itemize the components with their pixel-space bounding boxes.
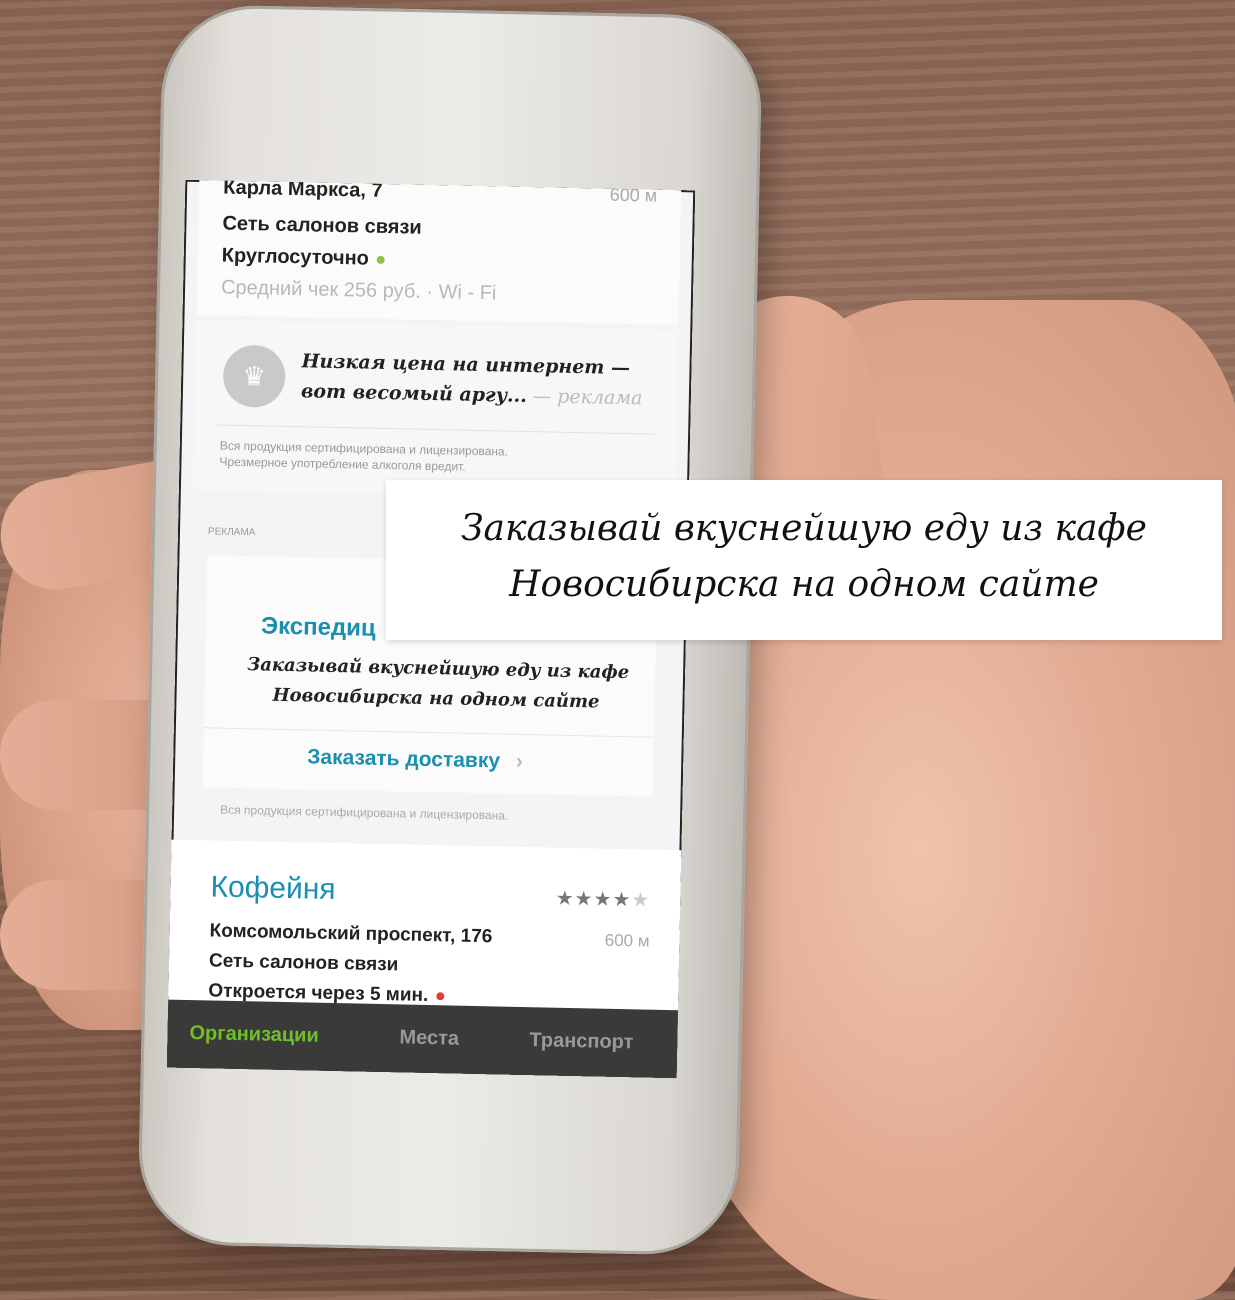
bottom-tab-bar: Организации Места Транспорт [166, 999, 679, 1079]
ad-text-line1: Низкая цена на интернет — [301, 350, 631, 380]
promo-divider [203, 727, 654, 738]
order-delivery-button[interactable]: Заказать доставку › [307, 745, 523, 774]
order-delivery-label: Заказать доставку [307, 745, 501, 773]
cafe-address: Комсомольский проспект, 176 [209, 920, 493, 948]
top-listing-card[interactable]: Карла Маркса, 7 600 м Сеть салонов связи… [196, 179, 682, 326]
crown-icon: ♛ [222, 344, 286, 408]
tab-transport[interactable]: Транспорт [529, 1029, 633, 1054]
category-text: Сеть салонов связи [222, 212, 422, 239]
address-text: Карла Маркса, 7 [222, 179, 383, 202]
open-status-dot [376, 255, 385, 264]
tab-places[interactable]: Места [399, 1026, 459, 1050]
ad-text-line2-main: вот весомый аргу... [300, 380, 528, 407]
ad-label: — реклама [531, 385, 643, 410]
cafe-category: Сеть салонов связи [208, 950, 399, 976]
tab-organizations[interactable]: Организации [189, 1022, 319, 1048]
chevron-right-icon: › [515, 749, 524, 773]
cafe-distance: 600 м [604, 930, 650, 951]
banner-line2: Новосибирска на одном сайте [509, 564, 1099, 605]
banner-line1: Заказывай вкуснейшую еду из кафе [461, 508, 1147, 549]
star-filled-icons: ★★★★ [555, 887, 632, 912]
hours-text: Круглосуточно [222, 245, 386, 271]
ad-text-line2: вот весомый аргу... — реклама [301, 380, 643, 410]
hours-label: Круглосуточно [221, 244, 370, 270]
ad-disclaimer-2: Чрезмерное употребление алкоголя вредит. [219, 454, 466, 474]
details-text: Средний чек 256 руб. · Wi - Fi [220, 276, 497, 305]
promo-text-line2: Новосибирска на одном сайте [272, 684, 600, 713]
rating-stars: ★★★★★ [555, 886, 650, 913]
cafe-name: Кофейня [210, 870, 336, 907]
promo-disclaimer: Вся продукция сертифицирована и лицензир… [220, 802, 509, 823]
cafe-listing-card[interactable]: Кофейня ★★★★★ Комсомольский проспект, 17… [167, 839, 682, 1021]
star-empty-icon: ★ [631, 889, 651, 912]
promo-text-line1: Заказывай вкуснейшую еду из кафе [246, 654, 630, 684]
ad-divider [216, 424, 655, 435]
overlay-banner: Заказывай вкуснейшую еду из кафе Новосиб… [386, 480, 1222, 640]
closed-status-dot [436, 992, 445, 1001]
ad-card[interactable]: ♛ Низкая цена на интернет — вот весомый … [192, 320, 679, 501]
promo-title: Экспедиц [260, 612, 376, 642]
ad-section-label: РЕКЛАМА [207, 526, 256, 539]
